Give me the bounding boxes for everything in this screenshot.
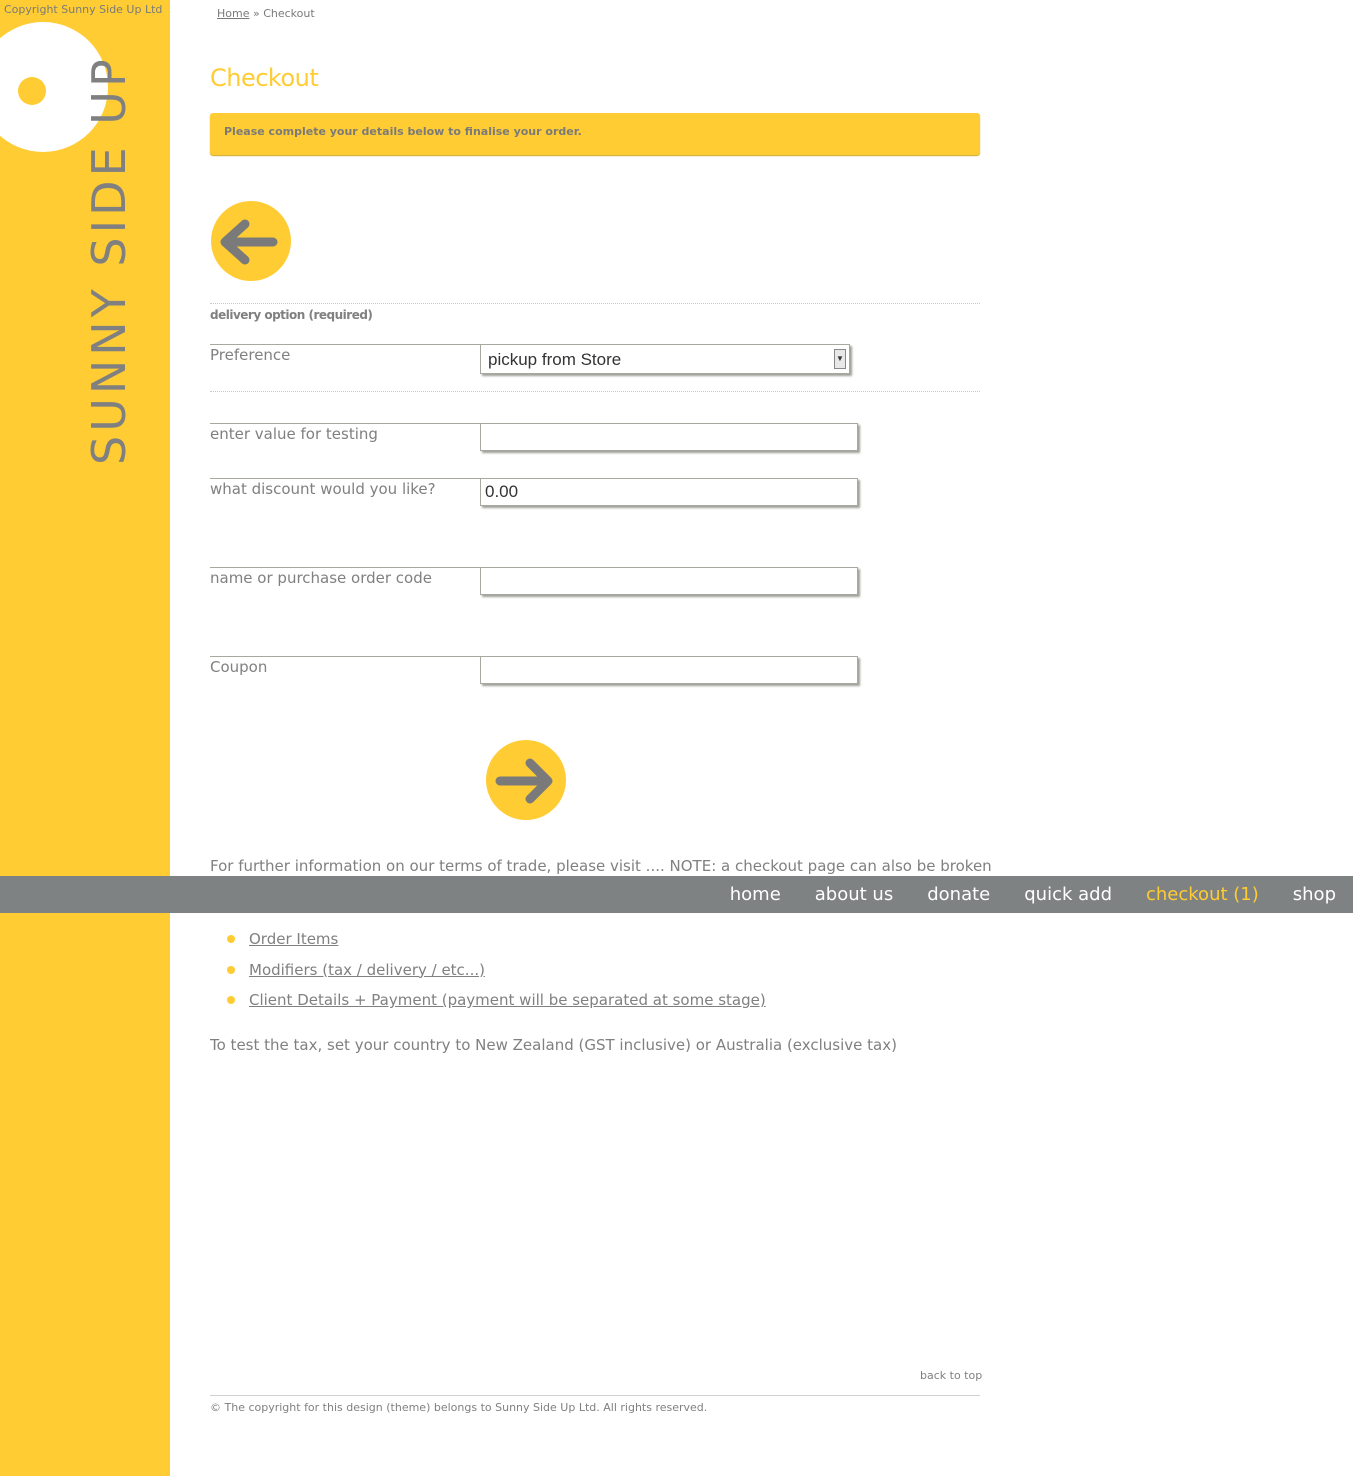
terms-text: For further information on our terms of … (210, 857, 992, 875)
row-divider (210, 478, 480, 479)
row-divider (210, 344, 480, 345)
coupon-input[interactable] (480, 656, 858, 684)
breadcrumb-home-link[interactable]: Home (217, 7, 249, 20)
list-item: Client Details + Payment (payment will b… (210, 987, 766, 1018)
nav-list: home about us donate quick add checkout … (696, 876, 1336, 913)
preference-selected-value: pickup from Store (488, 350, 622, 369)
footer-divider (210, 1395, 980, 1396)
row-divider (210, 423, 480, 424)
nav-item-checkout[interactable]: checkout (1) (1146, 884, 1259, 905)
back-button[interactable] (211, 201, 291, 281)
main-navigation: home about us donate quick add checkout … (0, 876, 1353, 913)
discount-label: what discount would you like? (210, 480, 436, 498)
sidebar-copyright: Copyright Sunny Side Up Ltd (4, 3, 163, 16)
tax-note: To test the tax, set your country to New… (210, 1036, 897, 1054)
chevron-down-icon[interactable]: ▼ (834, 349, 846, 369)
nav-item-about-us[interactable]: about us (815, 884, 893, 905)
list-item: Order Items (210, 926, 766, 957)
footer-copyright: © The copyright for this design (theme) … (210, 1401, 708, 1414)
section-divider-top (210, 303, 980, 304)
notice-message: Please complete your details below to fi… (210, 113, 980, 155)
sidebar: Copyright Sunny Side Up Ltd SUNNY SIDE U… (0, 0, 170, 1476)
nav-item-quick-add[interactable]: quick add (1024, 884, 1112, 905)
page-title: Checkout (210, 64, 319, 92)
arrow-right-icon (495, 758, 553, 804)
row-divider (210, 567, 480, 568)
coupon-label: Coupon (210, 658, 268, 676)
preference-select[interactable]: pickup from Store ▼ (480, 344, 850, 374)
checkout-steps-list: Order Items Modifiers (tax / delivery / … (210, 926, 766, 1018)
next-button[interactable] (486, 740, 566, 820)
test-value-input[interactable] (480, 423, 858, 451)
nav-item-shop[interactable]: shop (1293, 884, 1336, 905)
modifiers-link[interactable]: Modifiers (tax / delivery / etc...) (249, 961, 485, 979)
preference-label: Preference (210, 346, 291, 364)
client-details-link[interactable]: Client Details + Payment (payment will b… (249, 991, 766, 1009)
order-items-link[interactable]: Order Items (249, 930, 338, 948)
section-divider-bottom (210, 391, 980, 392)
nav-item-home[interactable]: home (730, 884, 781, 905)
logo-dot (18, 77, 46, 105)
back-to-top-link[interactable]: back to top (920, 1369, 982, 1382)
breadcrumb-separator: » (252, 7, 260, 20)
list-item: Modifiers (tax / delivery / etc...) (210, 957, 766, 988)
test-value-label: enter value for testing (210, 425, 378, 443)
delivery-option-legend: delivery option (required) (210, 308, 373, 322)
nav-item-donate[interactable]: donate (927, 884, 990, 905)
discount-input[interactable] (480, 478, 858, 506)
purchase-order-label: name or purchase order code (210, 569, 432, 587)
row-divider (210, 656, 480, 657)
breadcrumb-current: Checkout (263, 7, 315, 20)
arrow-left-icon (220, 219, 278, 265)
purchase-order-input[interactable] (480, 567, 858, 595)
breadcrumb: Home » Checkout (217, 7, 315, 20)
logo-text: SUNNY SIDE UP (82, 55, 136, 465)
